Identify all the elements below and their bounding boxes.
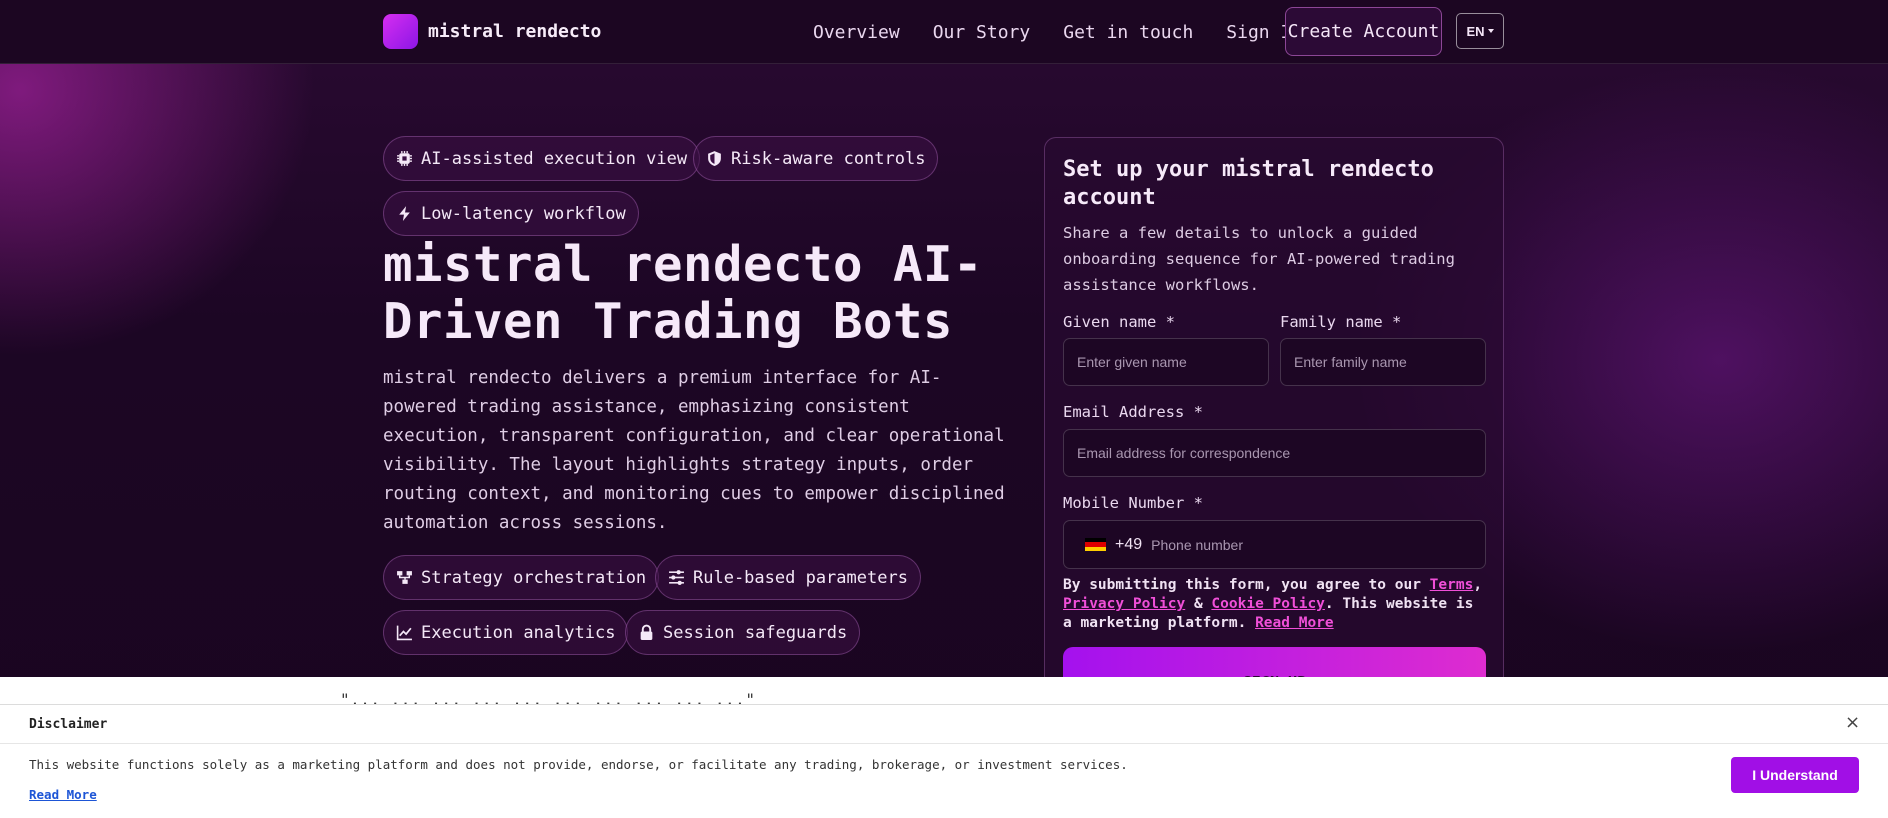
disclaimer-text: This website functions solely as a marke… (29, 757, 1128, 772)
family-name-input[interactable] (1280, 338, 1486, 386)
badge-ai-execution: AI-assisted execution view (383, 136, 701, 181)
nav-link-get-in-touch[interactable]: Get in touch (1063, 22, 1193, 43)
terms-link[interactable]: Terms (1430, 577, 1474, 593)
consent-text: By submitting this form, you agree to ou… (1063, 576, 1486, 633)
feature-label: Execution analytics (421, 622, 616, 643)
hero-description: mistral rendecto delivers a premium inte… (383, 368, 1005, 533)
consent-ampersand: & (1185, 596, 1212, 612)
language-selector[interactable]: EN (1456, 13, 1504, 49)
form-read-more-link[interactable]: Read More (1255, 615, 1334, 631)
line-chart-icon (396, 625, 412, 641)
form-title: Set up your mistral rendecto account (1063, 157, 1434, 210)
sliders-icon (669, 570, 684, 585)
dial-code[interactable]: +49 (1115, 536, 1142, 554)
create-account-button[interactable]: Create Account (1285, 7, 1442, 56)
lightning-icon (399, 206, 410, 221)
feature-label: Rule-based parameters (693, 567, 908, 588)
feature-rule-based-parameters: Rule-based parameters (655, 555, 921, 600)
email-label: Email Address * (1063, 403, 1203, 421)
feature-execution-analytics: Execution analytics (383, 610, 629, 655)
covered-text: "... ... ... ... ... ... ... ... ... ...… (340, 690, 756, 705)
badge-risk-controls: Risk-aware controls (693, 136, 939, 181)
badge-label: Risk-aware controls (731, 148, 926, 169)
badge-label: AI-assisted execution view (421, 148, 688, 169)
consent-comma: , (1473, 577, 1483, 593)
feature-label: Session safeguards (663, 622, 848, 643)
feature-strategy-orchestration: Strategy orchestration (383, 555, 660, 600)
disclaimer-banner: Disclaimer × This website functions sole… (0, 704, 1888, 818)
close-icon[interactable]: × (1845, 712, 1860, 733)
cookie-policy-link[interactable]: Cookie Policy (1211, 596, 1325, 612)
feature-label: Strategy orchestration (421, 567, 647, 588)
email-input[interactable] (1063, 429, 1486, 477)
brand-name: mistral rendecto (428, 21, 602, 42)
lock-icon (640, 624, 653, 640)
workflow-icon (397, 571, 412, 584)
covered-content-strip: "... ... ... ... ... ... ... ... ... ...… (0, 677, 1888, 705)
brand-logo-icon (383, 14, 418, 49)
hero-title: mistral rendecto AI-Driven Trading Bots (383, 236, 984, 350)
page: mistral rendecto Overview Our Story Get … (0, 0, 1888, 818)
given-name-label: Given name * (1063, 313, 1175, 331)
family-name-label: Family name * (1280, 313, 1402, 331)
chevron-down-icon (1487, 29, 1494, 33)
chip-icon (397, 151, 412, 166)
top-navigation: mistral rendecto Overview Our Story Get … (0, 0, 1888, 64)
form-subtitle: Share a few details to unlock a guided o… (1063, 224, 1455, 294)
disclaimer-title: Disclaimer (29, 717, 108, 732)
i-understand-button[interactable]: I Understand (1731, 757, 1859, 793)
phone-field: +49 (1063, 520, 1486, 569)
language-code: EN (1466, 23, 1485, 39)
phone-input[interactable] (1151, 536, 1452, 553)
nav-link-our-story[interactable]: Our Story (933, 22, 1031, 43)
privacy-policy-link[interactable]: Privacy Policy (1063, 596, 1185, 612)
given-name-input[interactable] (1063, 338, 1269, 386)
disclaimer-read-more-link[interactable]: Read More (29, 787, 97, 802)
nav-link-overview[interactable]: Overview (813, 22, 900, 43)
disclaimer-header: Disclaimer × (0, 705, 1888, 744)
badge-label: Low-latency workflow (421, 203, 626, 224)
shield-icon (708, 151, 721, 166)
feature-session-safeguards: Session safeguards (625, 610, 861, 655)
consent-prefix: By submitting this form, you agree to ou… (1063, 577, 1430, 593)
badge-low-latency: Low-latency workflow (383, 191, 639, 236)
germany-flag-icon[interactable] (1085, 538, 1106, 551)
mobile-number-label: Mobile Number * (1063, 494, 1203, 512)
brand[interactable]: mistral rendecto (383, 14, 601, 49)
nav-links: Overview Our Story Get in touch Sign In (813, 0, 1335, 64)
